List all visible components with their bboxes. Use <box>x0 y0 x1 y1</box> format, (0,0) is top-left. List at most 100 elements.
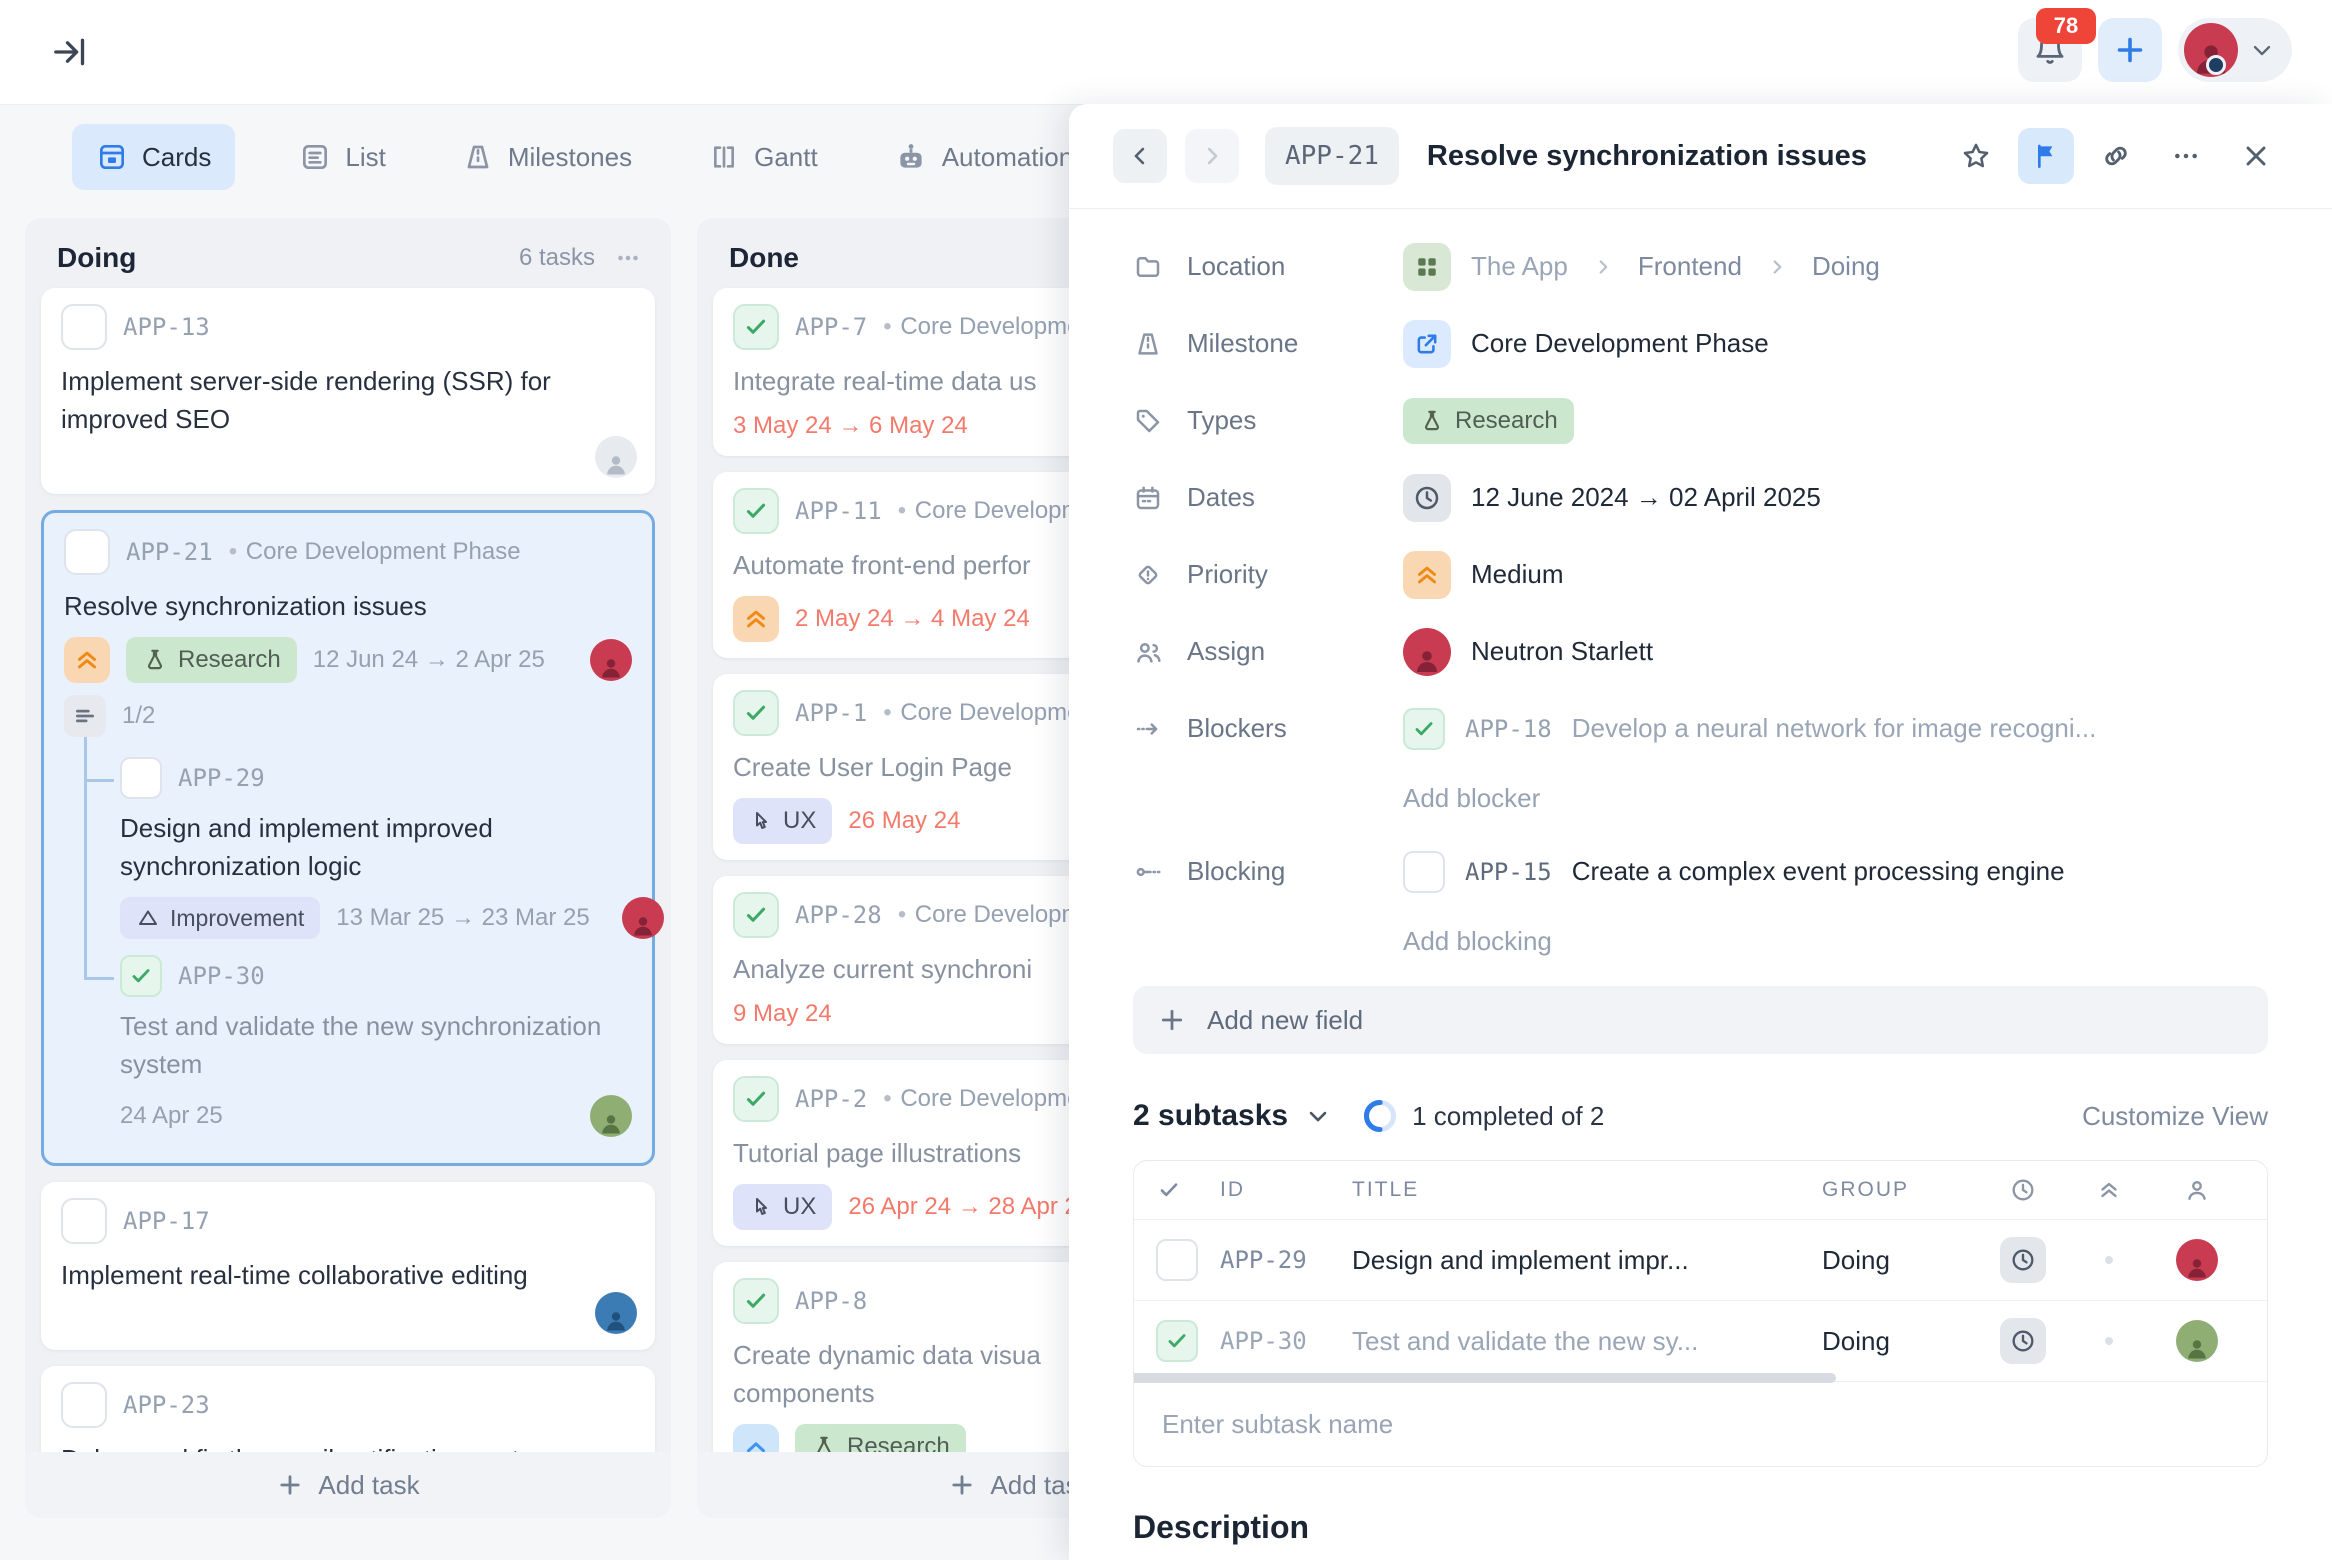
task-checkbox-checked[interactable] <box>733 690 779 736</box>
progress-ring <box>1362 1098 1398 1134</box>
task-checkbox[interactable] <box>61 1198 107 1244</box>
dates-value[interactable]: 12 June 2024 → 02 April 2025 <box>1403 474 1821 522</box>
priority-column-icon[interactable] <box>2096 1177 2122 1203</box>
copy-link-button[interactable] <box>2088 128 2144 184</box>
customize-view-button[interactable]: Customize View <box>2082 1101 2268 1132</box>
add-new-field-button[interactable]: Add new field <box>1133 986 2268 1054</box>
type-tag-research[interactable]: Research <box>1403 398 1574 444</box>
star-button[interactable] <box>1948 128 2004 184</box>
tab-list[interactable]: List <box>287 124 397 190</box>
add-button[interactable] <box>2098 18 2162 82</box>
task-id: APP-17 <box>123 1207 210 1235</box>
task-title: Resolve synchronization issues <box>64 587 632 625</box>
subtasks-table: ID TITLE GROUP APP-29 Design and impleme… <box>1133 1160 2268 1467</box>
assignee-avatar[interactable] <box>622 897 664 939</box>
subtask-checkbox[interactable] <box>1156 1239 1198 1281</box>
task-checkbox-checked[interactable] <box>733 304 779 350</box>
blocker-item[interactable]: APP-18 Develop a neural network for imag… <box>1403 708 2096 750</box>
blocking-item[interactable]: APP-15 Create a complex event processing… <box>1403 851 2065 893</box>
subtask-checkbox-checked[interactable] <box>1156 1320 1198 1362</box>
type-tag-improvement[interactable]: Improvement <box>120 897 320 939</box>
avatar-placeholder[interactable] <box>595 436 637 478</box>
breadcrumb[interactable]: The App Frontend Doing <box>1403 243 1880 291</box>
cursor-icon <box>749 809 773 833</box>
subtask-checkbox-checked[interactable] <box>120 955 162 997</box>
priority-medium-icon[interactable] <box>64 637 110 683</box>
column-header-title[interactable]: TITLE <box>1352 1178 1822 1202</box>
assignee-avatar[interactable] <box>595 1292 637 1334</box>
breadcrumb-item[interactable]: The App <box>1471 251 1568 282</box>
column-task-count: 6 tasks <box>519 244 595 272</box>
task-checkbox[interactable] <box>64 529 110 575</box>
milestone-value[interactable]: Core Development Phase <box>1403 320 1769 368</box>
task-checkbox-checked[interactable] <box>733 488 779 534</box>
assignee-avatar[interactable] <box>590 639 632 681</box>
flag-icon <box>2030 140 2062 172</box>
assignee-value[interactable]: Neutron Starlett <box>1403 628 1653 676</box>
tab-cards[interactable]: Cards <box>72 124 235 190</box>
horizontal-scrollbar[interactable] <box>1134 1373 1836 1383</box>
ellipsis-icon <box>2170 140 2202 172</box>
subtask-dates: 13 Mar 25 → 23 Mar 25 <box>336 904 589 932</box>
breadcrumb-item[interactable]: Frontend <box>1638 251 1742 282</box>
column-doing: Doing 6 tasks APP-13 Implement server-si… <box>25 218 671 1518</box>
column-header-group[interactable]: GROUP <box>1822 1178 1977 1202</box>
user-menu[interactable] <box>2178 18 2292 82</box>
subtask-group[interactable]: Doing <box>1822 1245 1977 1276</box>
flag-button[interactable] <box>2018 128 2074 184</box>
column-header-id[interactable]: ID <box>1220 1178 1352 1202</box>
blocker-checkbox-checked[interactable] <box>1403 708 1445 750</box>
column-menu-icon[interactable] <box>613 243 643 273</box>
subtask-card[interactable]: APP-29 Design and implement improved syn… <box>64 751 632 949</box>
blocking-checkbox[interactable] <box>1403 851 1445 893</box>
priority-empty-dot[interactable] <box>2105 1256 2113 1264</box>
task-checkbox[interactable] <box>61 1382 107 1428</box>
forward-button[interactable] <box>1185 129 1239 183</box>
back-button[interactable] <box>1113 129 1167 183</box>
priority-value[interactable]: Medium <box>1403 551 1563 599</box>
sidebar-collapse-icon[interactable] <box>48 30 92 74</box>
type-tag-ux[interactable]: UX <box>733 798 832 844</box>
task-checkbox-checked[interactable] <box>733 892 779 938</box>
subtasks-toggle[interactable]: 2 subtasks <box>1133 1099 1332 1133</box>
close-button[interactable] <box>2228 128 2284 184</box>
add-task-button[interactable]: Add task <box>25 1452 671 1518</box>
task-card[interactable]: APP-13 Implement server-side rendering (… <box>41 288 655 494</box>
new-subtask-input[interactable] <box>1160 1408 2241 1441</box>
subtask-row[interactable]: APP-30 Test and validate the new sy... D… <box>1134 1300 2267 1381</box>
notifications-button[interactable]: 78 <box>2018 18 2082 82</box>
subtask-group[interactable]: Doing <box>1822 1326 1977 1357</box>
priority-medium-icon <box>733 596 779 642</box>
assignee-avatar[interactable] <box>2176 1239 2218 1281</box>
task-id-badge[interactable]: APP-21 <box>1265 127 1399 185</box>
subtask-checkbox[interactable] <box>120 757 162 799</box>
type-tag-ux[interactable]: UX <box>733 1184 832 1230</box>
tab-gantt[interactable]: Gantt <box>696 124 830 190</box>
tab-milestones[interactable]: Milestones <box>450 124 644 190</box>
add-blocker-button[interactable]: Add blocker <box>1403 783 1540 814</box>
task-checkbox-checked[interactable] <box>733 1278 779 1324</box>
field-label-blockers: Blockers <box>1133 713 1403 744</box>
plus-icon <box>948 1471 976 1499</box>
priority-empty-dot[interactable] <box>2105 1337 2113 1345</box>
assignee-column-icon[interactable] <box>2183 1176 2211 1204</box>
assignee-avatar[interactable] <box>590 1095 632 1137</box>
blocker-title: Develop a neural network for image recog… <box>1572 713 2097 744</box>
clock-chip[interactable] <box>2000 1318 2046 1364</box>
subtask-card[interactable]: APP-30 Test and validate the new synchro… <box>64 949 632 1147</box>
task-card-selected[interactable]: APP-21 Core Development Phase Resolve sy… <box>41 510 655 1166</box>
task-checkbox[interactable] <box>61 304 107 350</box>
clock-column-icon[interactable] <box>2009 1176 2037 1204</box>
tab-automation[interactable]: Automation <box>882 124 1086 190</box>
task-dates: 12 Jun 24 → 2 Apr 25 <box>313 646 545 674</box>
breadcrumb-item[interactable]: Doing <box>1812 251 1880 282</box>
task-card[interactable]: APP-17 Implement real-time collaborative… <box>41 1182 655 1350</box>
assignee-avatar[interactable] <box>2176 1320 2218 1362</box>
add-blocking-button[interactable]: Add blocking <box>1403 926 1552 957</box>
more-button[interactable] <box>2158 128 2214 184</box>
subtask-row[interactable]: APP-29 Design and implement impr... Doin… <box>1134 1220 2267 1300</box>
task-checkbox-checked[interactable] <box>733 1076 779 1122</box>
clock-chip[interactable] <box>2000 1237 2046 1283</box>
clock-icon <box>1403 474 1451 522</box>
type-tag-research[interactable]: Research <box>126 637 297 683</box>
